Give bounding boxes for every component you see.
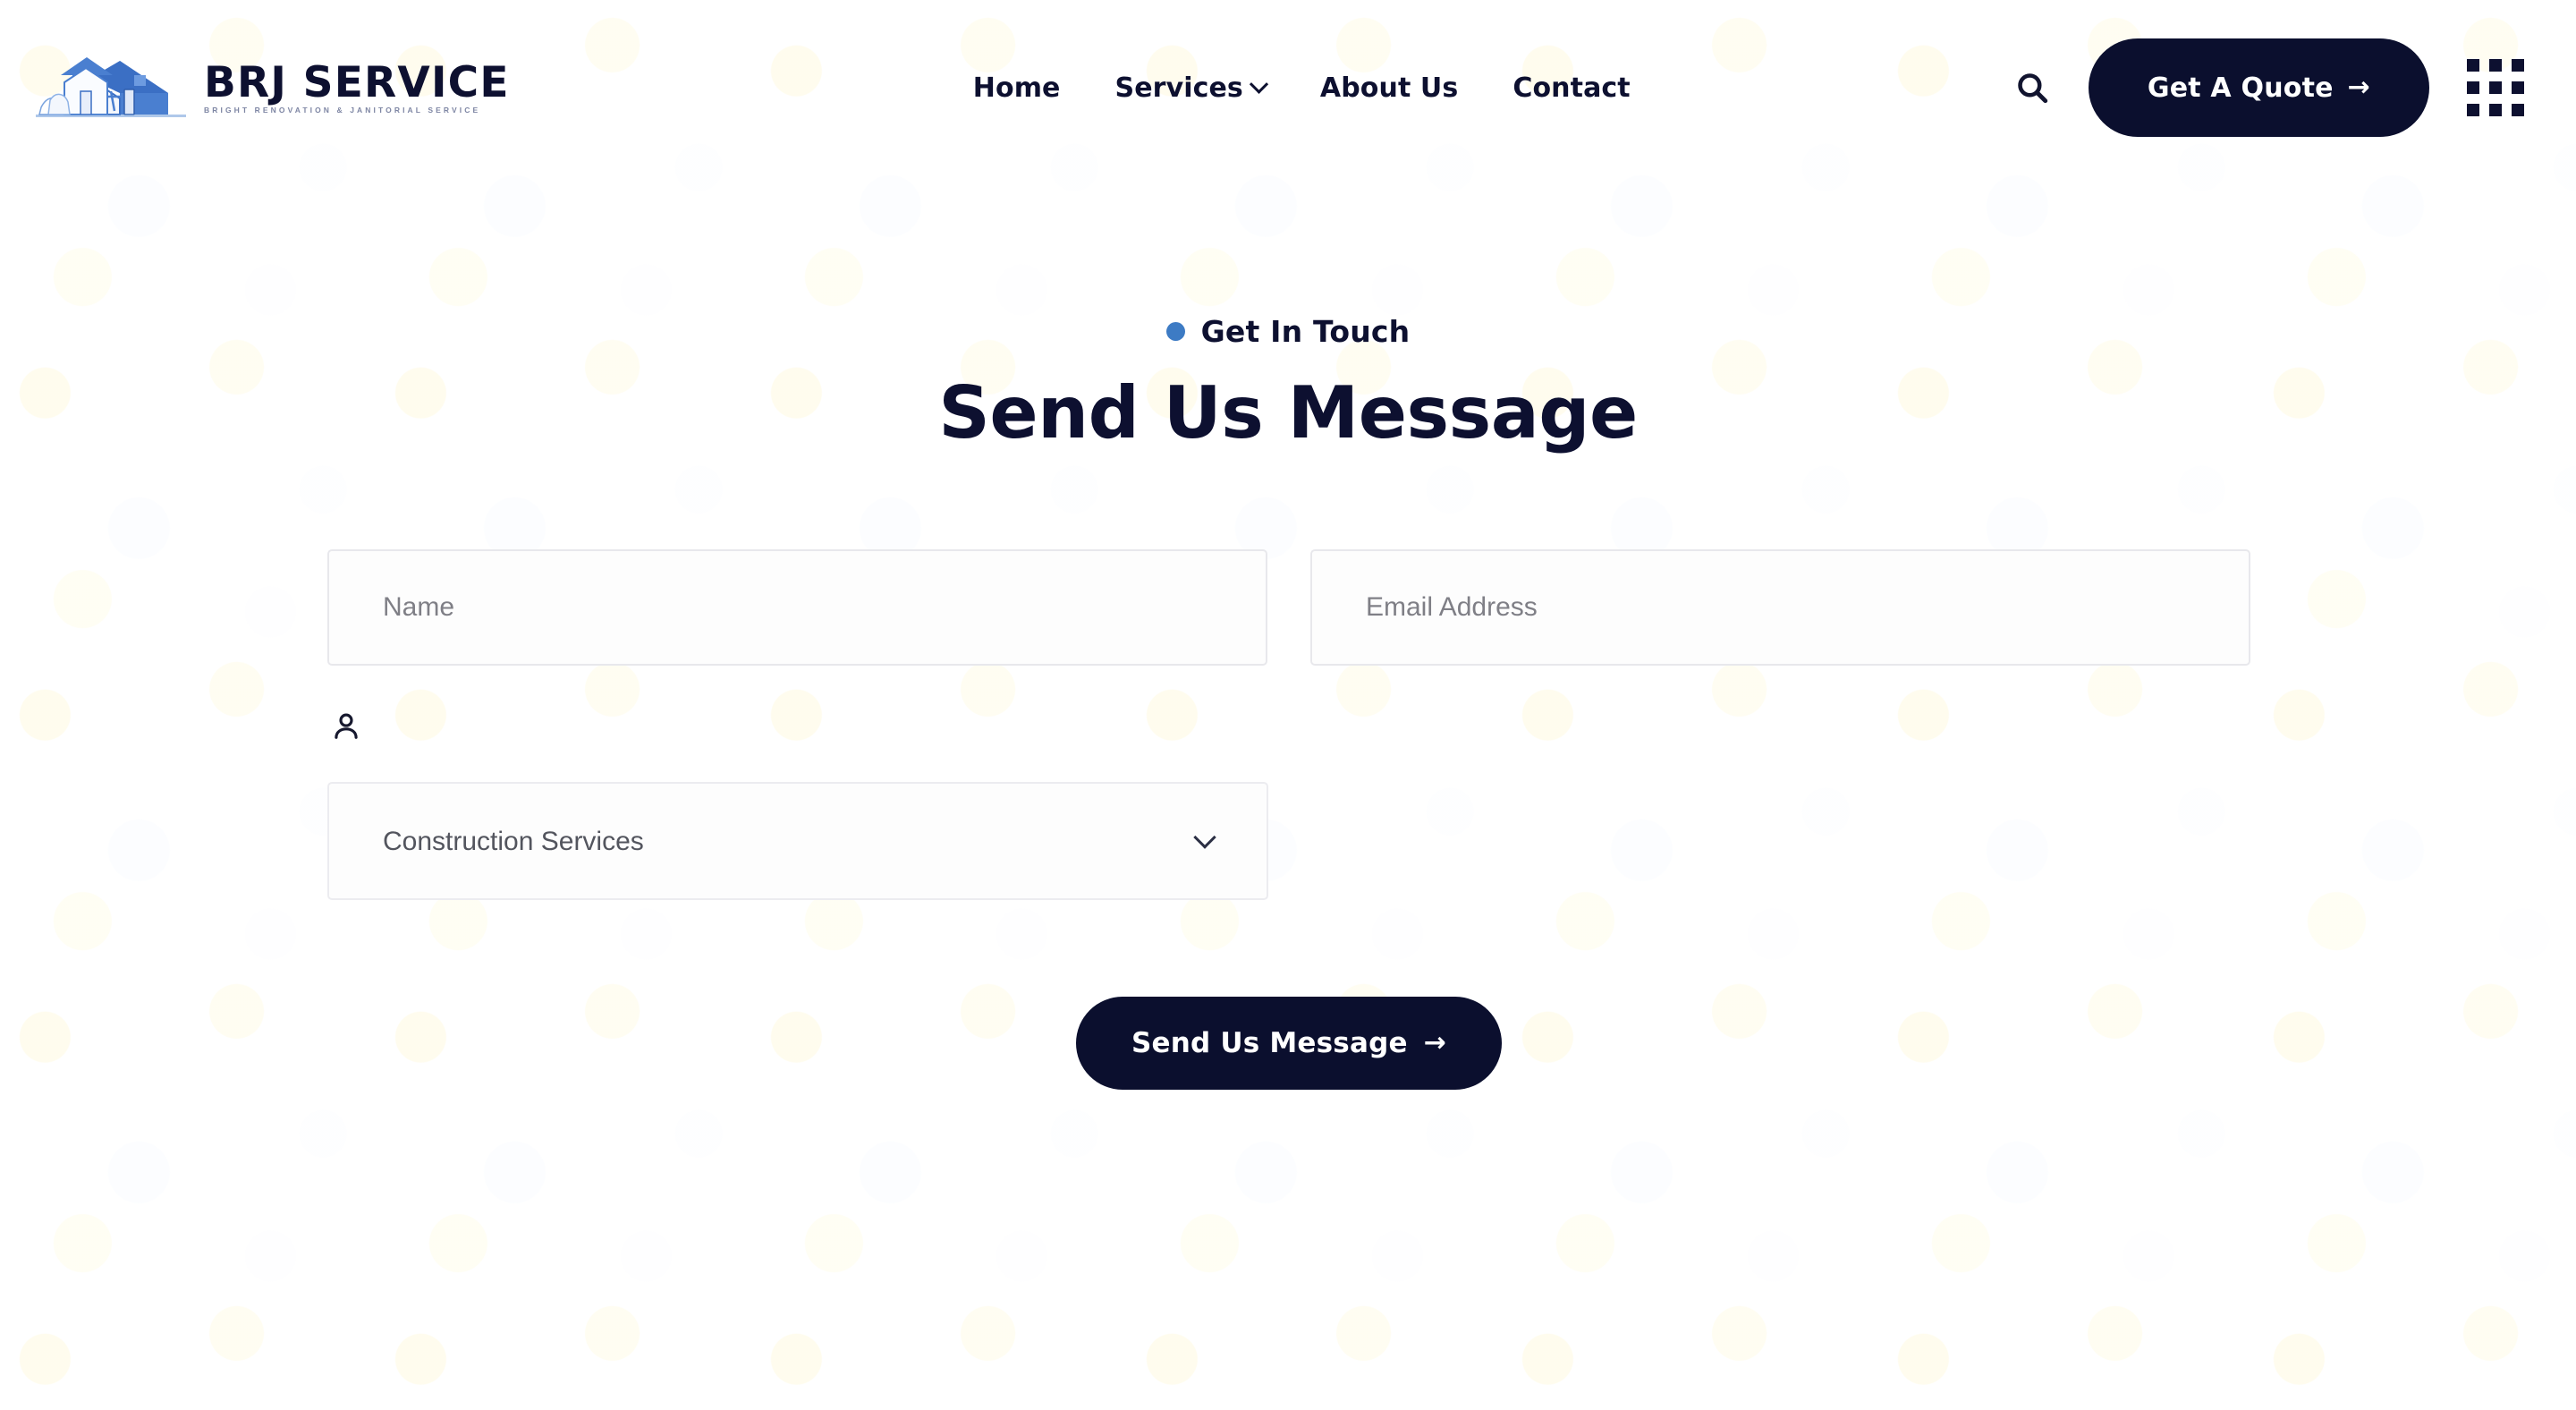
arrow-right-icon: → [2347, 72, 2370, 103]
name-input[interactable] [327, 549, 1267, 666]
grid-menu-icon-dot [2512, 81, 2524, 94]
contact-section: Get In Touch Send Us Message Constructio… [0, 175, 2576, 1090]
send-us-message-label: Send Us Message [1131, 1027, 1408, 1059]
header-actions: Get A Quote → [2013, 38, 2524, 137]
form-row-name-email [327, 549, 2250, 666]
site-header: BRJ SERVICE BRIGHT RENOVATION & JANITORI… [0, 0, 2576, 175]
brand-name: BRJ SERVICE [204, 57, 510, 107]
contact-form: Construction ServicesRenovation Services… [326, 549, 2250, 1090]
email-field-wrapper [1310, 549, 2250, 666]
nav-item-about-us[interactable]: About Us [1320, 72, 1458, 104]
brand-tagline: BRIGHT RENOVATION & JANITORIAL SERVICE [204, 105, 481, 115]
grid-menu-icon-dot [2467, 81, 2479, 94]
grid-menu-icon-dot [2489, 59, 2502, 72]
form-row-service: Construction ServicesRenovation Services… [327, 782, 2250, 900]
nav-item-home[interactable]: Home [973, 72, 1061, 104]
eyebrow-dot-icon [1165, 322, 1185, 341]
get-a-quote-button[interactable]: Get A Quote → [2088, 38, 2429, 137]
get-a-quote-label: Get A Quote [2147, 72, 2334, 104]
nav-item-services[interactable]: Services [1114, 72, 1268, 104]
grid-menu-icon-dot [2512, 59, 2524, 72]
search-button[interactable] [2013, 69, 2051, 106]
search-icon [2018, 73, 2048, 104]
section-eyebrow: Get In Touch [0, 314, 2576, 349]
grid-menu-icon-dot [2467, 59, 2479, 72]
chevron-down-icon [1249, 74, 1268, 94]
email-input[interactable] [1310, 549, 2250, 666]
main-navigation: Home Services About Us Contact [590, 72, 2013, 104]
submit-row: Send Us Message → [327, 997, 2250, 1090]
page-title: Send Us Message [938, 371, 1638, 454]
grid-menu-icon-dot [2467, 104, 2479, 116]
name-field-wrapper [327, 549, 1267, 666]
service-field-wrapper: Construction ServicesRenovation Services… [327, 782, 1268, 900]
nav-item-services-label: Services [1114, 72, 1243, 104]
grid-menu-icon-dot [2489, 104, 2502, 116]
grid-menu-icon-dot [2512, 104, 2524, 116]
nav-item-contact-label: Contact [1513, 72, 1631, 104]
service-select[interactable]: Construction ServicesRenovation Services… [327, 782, 1268, 900]
arrow-right-icon: → [1423, 1027, 1447, 1058]
brand-logo[interactable]: BRJ SERVICE BRIGHT RENOVATION & JANITORI… [34, 52, 510, 123]
person-icon-row [330, 703, 2250, 750]
user-icon [335, 713, 358, 739]
send-us-message-button[interactable]: Send Us Message → [1075, 997, 1503, 1090]
nav-item-contact[interactable]: Contact [1513, 72, 1630, 104]
grid-menu-icon-dot [2489, 81, 2502, 94]
house-logo-icon [36, 57, 186, 117]
nav-item-home-label: Home [972, 72, 1061, 104]
eyebrow-label: Get In Touch [1200, 314, 1411, 349]
nav-item-about-us-label: About Us [1319, 72, 1459, 104]
grid-menu-button[interactable] [2467, 59, 2524, 116]
